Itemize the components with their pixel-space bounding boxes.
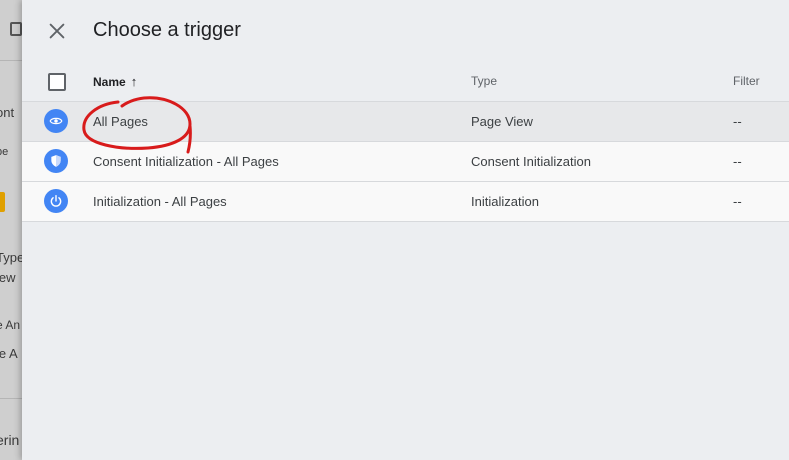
close-icon	[49, 23, 65, 39]
column-header-filter: Filter	[733, 74, 760, 88]
trigger-type: Consent Initialization	[471, 154, 591, 169]
bg-text: pe	[0, 146, 9, 158]
trigger-table: Name ↑ Type Filter All Pages Page View --	[22, 62, 789, 222]
trigger-name: All Pages	[93, 114, 148, 129]
panel-header: Choose a trigger	[22, 0, 789, 62]
bg-text: le A	[0, 346, 18, 361]
column-name-label: Name	[93, 75, 126, 89]
trigger-filter: --	[733, 194, 742, 209]
table-row-initialization[interactable]: Initialization - All Pages Initializatio…	[22, 182, 789, 222]
shield-icon	[44, 149, 68, 173]
trigger-chooser-panel: Choose a trigger Name ↑ Type Filter All P…	[22, 0, 789, 460]
table-row-all-pages[interactable]: All Pages Page View --	[22, 102, 789, 142]
close-button[interactable]	[46, 20, 68, 42]
column-header-name[interactable]: Name ↑	[93, 62, 137, 101]
bg-badge	[0, 192, 5, 212]
bg-text: ont	[0, 105, 15, 120]
bg-text: iew	[0, 270, 16, 285]
eye-icon	[44, 109, 68, 133]
bg-text: Type	[0, 250, 22, 265]
table-row-consent-initialization[interactable]: Consent Initialization - All Pages Conse…	[22, 142, 789, 182]
sort-ascending-icon: ↑	[130, 74, 138, 89]
table-header-row: Name ↑ Type Filter	[22, 62, 789, 102]
page-title: Choose a trigger	[93, 19, 241, 41]
trigger-type: Initialization	[471, 194, 539, 209]
trigger-filter: --	[733, 114, 742, 129]
bg-text: erin	[0, 432, 20, 448]
folder-icon	[10, 22, 22, 36]
power-icon	[44, 189, 68, 213]
trigger-filter: --	[733, 154, 742, 169]
column-header-type: Type	[471, 74, 498, 88]
trigger-type: Page View	[471, 114, 533, 129]
background-page: ont pe Type iew e An le A erin	[0, 0, 22, 460]
select-all-checkbox[interactable]	[48, 73, 66, 91]
bg-text: e An	[0, 318, 21, 332]
trigger-name: Consent Initialization - All Pages	[93, 154, 279, 169]
divider	[0, 398, 22, 399]
trigger-name: Initialization - All Pages	[93, 194, 227, 209]
divider	[0, 60, 22, 61]
